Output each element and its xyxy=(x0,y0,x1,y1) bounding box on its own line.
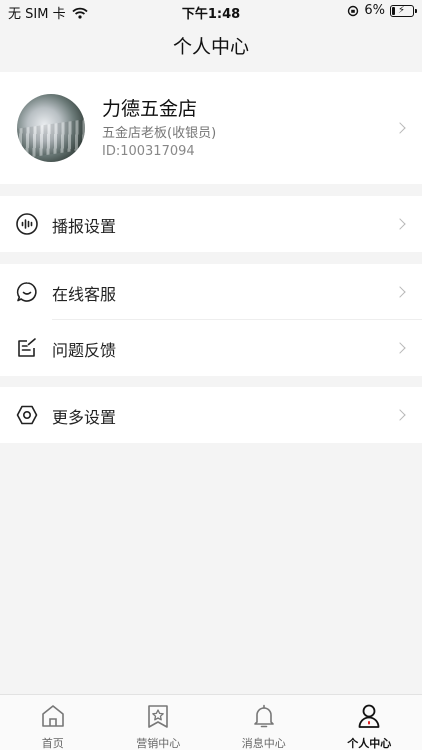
shop-role: 五金店老板(收银员) xyxy=(102,126,217,141)
person-icon xyxy=(358,704,380,728)
hexagon-settings-icon xyxy=(16,405,38,425)
tab-bar: 首页 营销中心 消息中心 个人中心 xyxy=(0,694,422,750)
profile-card[interactable]: 力德五金店 五金店老板(收银员) ID:100317094 xyxy=(0,72,422,184)
chevron-right-icon xyxy=(394,218,406,230)
tab-label: 营销中心 xyxy=(136,737,181,750)
tab-label: 个人中心 xyxy=(347,737,392,750)
page-title: 个人中心 xyxy=(172,36,249,58)
status-right: 6% ⚡ xyxy=(347,3,417,18)
tab-profile[interactable]: 个人中心 xyxy=(317,695,422,750)
menu-label: 播报设置 xyxy=(52,217,117,236)
chevron-right-icon xyxy=(394,122,406,134)
home-icon xyxy=(41,705,64,727)
tab-marketing[interactable]: 营销中心 xyxy=(106,695,212,750)
edit-note-icon xyxy=(18,338,36,357)
chat-icon xyxy=(16,282,37,302)
menu-label: 更多设置 xyxy=(52,408,117,427)
tab-messages[interactable]: 消息中心 xyxy=(211,695,317,750)
marketing-star-icon xyxy=(148,705,169,728)
battery-percent: 6% xyxy=(364,3,385,18)
menu-label: 问题反馈 xyxy=(52,341,117,360)
shop-name: 力德五金店 xyxy=(102,98,198,120)
bell-icon xyxy=(253,704,274,728)
chevron-right-icon xyxy=(394,342,406,354)
sound-wave-icon xyxy=(16,213,38,235)
menu-feedback[interactable]: 问题反馈 xyxy=(0,320,422,376)
tab-home[interactable]: 首页 xyxy=(0,695,106,750)
menu-label: 在线客服 xyxy=(52,285,117,304)
chevron-right-icon xyxy=(394,409,406,421)
menu-broadcast-settings[interactable]: 播报设置 xyxy=(0,196,422,252)
status-bar: 无 SIM 卡 下午1:48 6% ⚡ xyxy=(0,0,422,24)
tab-label: 首页 xyxy=(41,737,64,750)
chevron-right-icon xyxy=(394,286,406,298)
orientation-lock-icon xyxy=(348,5,359,16)
battery-icon: ⚡ xyxy=(390,4,417,17)
avatar[interactable] xyxy=(17,94,85,162)
shop-id: ID:100317094 xyxy=(102,144,195,159)
menu-more-settings[interactable]: 更多设置 xyxy=(0,387,422,443)
menu-online-service[interactable]: 在线客服 xyxy=(0,264,422,320)
tab-label: 消息中心 xyxy=(241,737,286,750)
